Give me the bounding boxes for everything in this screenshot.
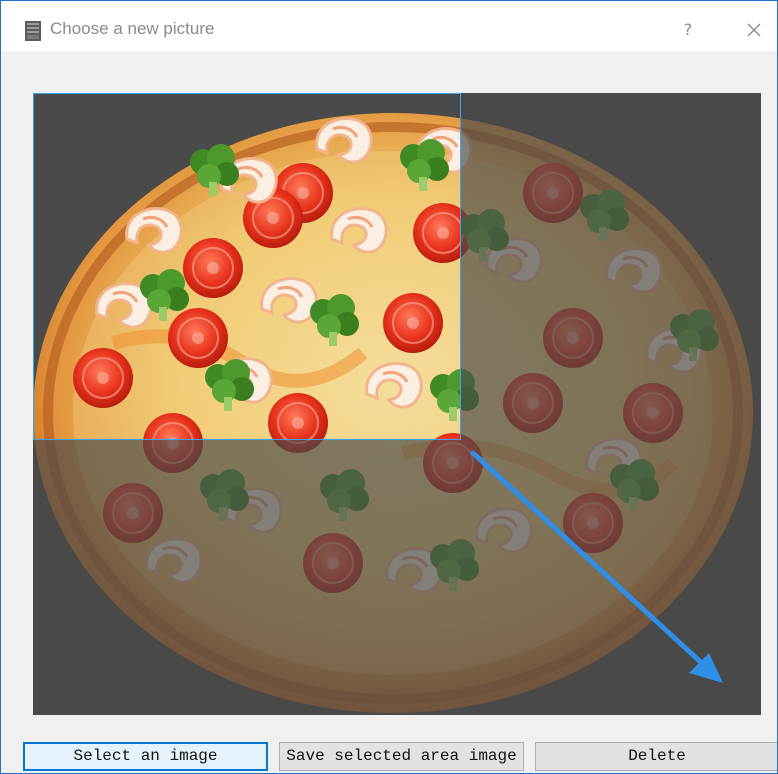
select-image-button[interactable]: Select an image bbox=[23, 742, 268, 771]
save-selected-area-button[interactable]: Save selected area image bbox=[279, 742, 524, 771]
close-icon[interactable] bbox=[744, 20, 764, 40]
help-button[interactable]: ? bbox=[677, 17, 699, 43]
image-crop-canvas[interactable] bbox=[33, 93, 761, 715]
pizza-image bbox=[33, 93, 761, 715]
picture-frame-icon bbox=[25, 21, 41, 41]
delete-button[interactable]: Delete bbox=[535, 742, 777, 771]
dialog-window: Choose a new picture ? Select an image S… bbox=[0, 0, 778, 774]
window-title: Choose a new picture bbox=[50, 19, 215, 38]
title-bar[interactable]: Choose a new picture ? bbox=[1, 1, 777, 51]
